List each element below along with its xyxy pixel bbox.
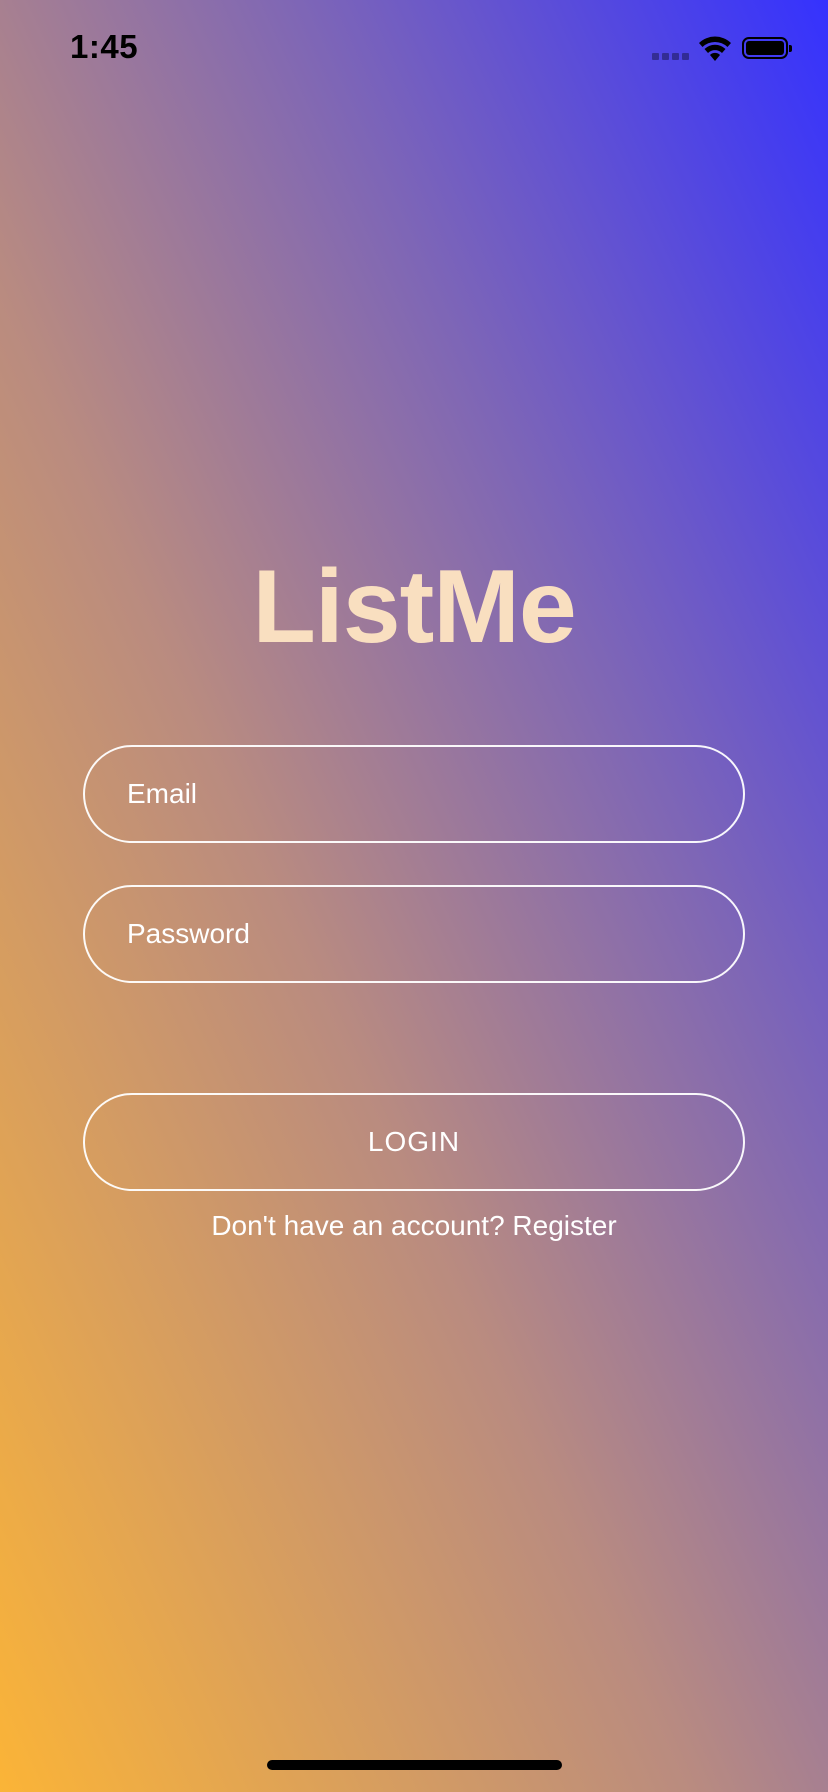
login-button[interactable]: LOGIN [83,1093,745,1191]
wifi-icon [699,36,731,61]
status-bar: 1:45 [0,0,828,100]
home-indicator [267,1760,562,1770]
password-field-container [83,885,745,983]
battery-icon [742,37,792,59]
register-link[interactable]: Don't have an account? Register [0,1210,828,1242]
email-field-container [83,745,745,843]
email-field[interactable] [85,747,743,841]
status-time: 1:45 [70,28,139,65]
app-title: ListMe [252,549,576,665]
cellular-signal-icon [652,53,689,60]
password-field[interactable] [85,887,743,981]
